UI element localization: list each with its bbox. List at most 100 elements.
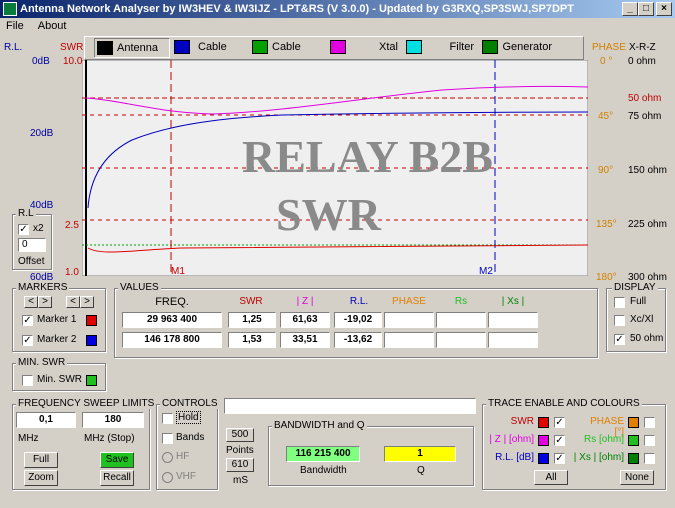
marker-2-color-swatch[interactable]: [86, 335, 97, 346]
row-1-rl: -19,02: [334, 312, 382, 328]
q-label: Q: [417, 465, 425, 476]
minimize-button[interactable]: _: [622, 2, 638, 16]
row-1-freq[interactable]: 29 963 400: [122, 312, 222, 328]
marker-2-left-button[interactable]: <: [66, 296, 80, 308]
ohm-tick-150: 150 ohm: [628, 165, 667, 176]
trace-rl-label: R.L. [dB]: [495, 452, 534, 463]
ms-value[interactable]: 610: [226, 458, 254, 472]
min-swr-color-swatch[interactable]: [86, 375, 97, 386]
title-bar: Antenna Network Analyser by IW3HEV & IW3…: [0, 0, 675, 18]
hf-label: HF: [176, 451, 190, 462]
generator-icon: [482, 40, 498, 54]
cable-loss-icon: [174, 40, 190, 54]
vhf-radio[interactable]: [162, 472, 173, 483]
trace-rs-checkbox[interactable]: [644, 435, 655, 446]
swr-axis-header: SWR: [60, 42, 84, 53]
offset-input[interactable]: 0: [18, 238, 46, 252]
tab-antenna[interactable]: Antenna: [94, 38, 170, 58]
close-button[interactable]: ×: [656, 2, 672, 16]
row-2-freq[interactable]: 146 178 800: [122, 332, 222, 348]
trace-phase-color[interactable]: [628, 417, 639, 428]
xtal-icon: [330, 40, 346, 54]
vhf-label: VHF: [176, 471, 196, 482]
trace-xs-checkbox[interactable]: [644, 453, 655, 464]
marker-1-label: M1: [171, 266, 185, 276]
points-value[interactable]: 500: [226, 428, 254, 442]
ohm50-checkbox[interactable]: ✓: [614, 334, 625, 345]
row-2-swr: 1,53: [228, 332, 276, 348]
points-label: Points: [226, 445, 254, 456]
marker-1-checkbox[interactable]: ✓: [22, 315, 33, 326]
zoom-button[interactable]: Zoom: [24, 470, 58, 486]
tab-generator[interactable]: Generator: [480, 38, 556, 58]
sweep-stop-input[interactable]: 180: [82, 412, 144, 428]
trace-swr-color[interactable]: [538, 417, 549, 428]
trace-phase-checkbox[interactable]: [644, 417, 655, 428]
watermark-line-2: SWR: [276, 189, 382, 240]
watermark-line-1: RELAY B2B: [242, 131, 493, 182]
hold-checkbox[interactable]: [162, 413, 173, 424]
trace-swr-checkbox[interactable]: ✓: [554, 417, 565, 428]
display-title: DISPLAY: [612, 282, 658, 293]
trace-none-button[interactable]: None: [620, 470, 654, 485]
bands-checkbox[interactable]: [162, 433, 173, 444]
marker-1-color-swatch[interactable]: [86, 315, 97, 326]
controls-title: CONTROLS: [160, 398, 220, 409]
marker-1-right-button[interactable]: >: [38, 296, 52, 308]
bandwidth-title: BANDWIDTH and Q: [272, 420, 367, 431]
rl-tick-0: 0dB: [32, 56, 50, 67]
row-2-z: 33,51: [280, 332, 330, 348]
tab-antenna-label: Antenna: [117, 42, 158, 54]
trace-rl-color[interactable]: [538, 453, 549, 464]
min-swr-title: MIN. SWR: [16, 357, 68, 368]
maximize-button[interactable]: □: [638, 2, 654, 16]
trace-z-checkbox[interactable]: ✓: [554, 435, 565, 446]
sweep-start-input[interactable]: 0,1: [16, 412, 76, 428]
menu-file[interactable]: File: [6, 20, 24, 32]
filter-icon: [406, 40, 422, 54]
marker-2-right-button[interactable]: >: [80, 296, 94, 308]
trace-rs-color[interactable]: [628, 435, 639, 446]
marker-2-label: M2: [479, 266, 493, 276]
rs-header: Rs: [454, 296, 468, 307]
marker-2-label-text: Marker 2: [37, 334, 77, 345]
tab-filter[interactable]: Filter: [404, 38, 478, 58]
save-button[interactable]: Save: [100, 452, 134, 468]
tab-cable-length[interactable]: Cable Length: [250, 38, 326, 71]
antenna-icon: [97, 41, 113, 55]
xcxl-checkbox[interactable]: [614, 315, 625, 326]
menu-about[interactable]: About: [38, 20, 67, 32]
hf-radio[interactable]: [162, 452, 173, 463]
marker-2-checkbox[interactable]: ✓: [22, 335, 33, 346]
min-swr-label: Min. SWR: [37, 374, 82, 385]
row-2-rs: [436, 332, 486, 348]
q-value: 1: [384, 446, 456, 462]
ohm50-label: 50 ohm: [630, 333, 664, 344]
tab-cable-loss[interactable]: Cable Loss: [172, 38, 248, 71]
full-button[interactable]: Full: [24, 452, 58, 468]
x2-checkbox[interactable]: ✓: [18, 224, 29, 235]
tab-xtal[interactable]: Xtal: [328, 38, 402, 58]
trace-rl-checkbox[interactable]: ✓: [554, 453, 565, 464]
trace-xs-color[interactable]: [628, 453, 639, 464]
full-checkbox[interactable]: [614, 297, 625, 308]
min-swr-checkbox[interactable]: [22, 375, 33, 386]
trace-all-button[interactable]: All: [534, 470, 568, 485]
trace-swr-label: SWR: [510, 416, 534, 427]
swr-tick-2-5: 2.5: [65, 220, 79, 231]
phase-tick-0: 0 °: [600, 56, 613, 67]
sweep-title: FREQUENCY SWEEP LIMITS: [16, 398, 157, 409]
trace-z-color[interactable]: [538, 435, 549, 446]
marker-1-left-button[interactable]: <: [24, 296, 38, 308]
start-unit-label: MHz: [18, 433, 39, 444]
freq-header: FREQ.: [155, 296, 189, 308]
swr-header: SWR: [239, 296, 263, 307]
xcxl-label: Xc/Xl: [630, 314, 654, 325]
recall-button[interactable]: Recall: [100, 470, 134, 486]
markers-title: MARKERS: [16, 282, 70, 293]
row-2-rl: -13,62: [334, 332, 382, 348]
x2-label: x2: [33, 223, 44, 234]
z-header: | Z |: [296, 296, 314, 307]
sweep-graph[interactable]: RELAY B2B SWR M1 M2: [82, 60, 588, 276]
phase-axis-header: PHASE: [592, 42, 626, 53]
